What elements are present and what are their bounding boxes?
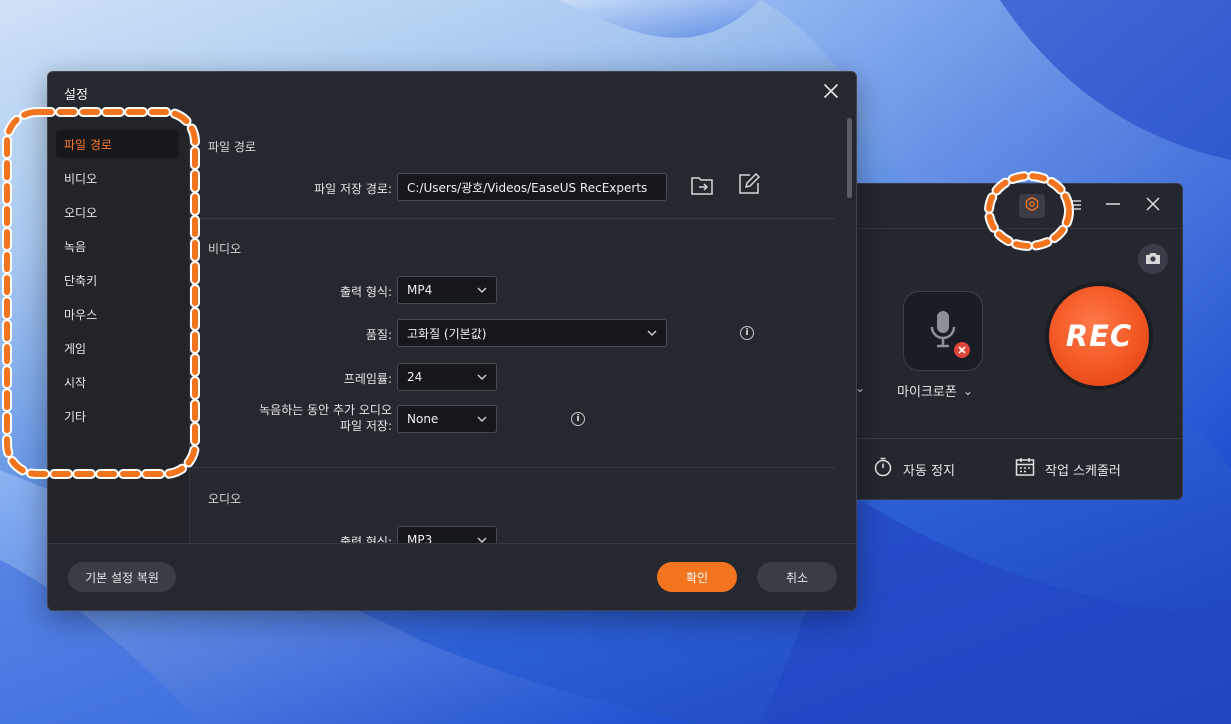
open-folder-button[interactable] xyxy=(689,174,715,200)
microphone-dropdown[interactable]: 마이크로폰 ⌄ xyxy=(897,381,973,401)
microphone-toggle[interactable] xyxy=(903,291,983,371)
extra-audio-select[interactable]: None xyxy=(397,405,497,433)
sidebar-item-label: 게임 xyxy=(64,341,87,356)
sidebar-item-file-path[interactable]: 파일 경로 xyxy=(56,130,179,158)
sidebar-item-other[interactable]: 기타 xyxy=(56,402,179,430)
screenshot-button[interactable] xyxy=(1138,244,1168,274)
settings-dialog: 설정 파일 경로 비디오 오디오 녹음 단축키 마우스 게임 시작 기타 파일 … xyxy=(47,71,857,611)
frame-rate-select[interactable]: 24 xyxy=(397,363,497,391)
sidebar-item-recording[interactable]: 녹음 xyxy=(56,232,179,260)
auto-stop-label: 자동 정지 xyxy=(903,463,955,479)
folder-open-icon xyxy=(691,175,713,199)
close-icon xyxy=(823,83,839,103)
recorder-titlebar xyxy=(837,184,1182,228)
sidebar-item-label: 마우스 xyxy=(64,307,98,322)
info-icon[interactable]: i xyxy=(571,412,585,426)
sidebar-item-label: 단축키 xyxy=(64,273,98,288)
video-format-value: MP4 xyxy=(407,283,433,297)
minimize-icon xyxy=(1105,196,1121,216)
reset-defaults-button[interactable]: 기본 설정 복원 xyxy=(68,562,176,592)
extra-audio-label: 녹음하는 동안 추가 오디오 파일 저장: xyxy=(259,402,392,434)
quality-select[interactable]: 고화질 (기본값) xyxy=(397,319,667,347)
edit-icon xyxy=(738,172,761,199)
audio-format-select[interactable]: MP3 xyxy=(397,526,497,543)
settings-sidebar: 파일 경로 비디오 오디오 녹음 단축키 마우스 게임 시작 기타 xyxy=(48,116,189,543)
chevron-down-icon: ⌄ xyxy=(962,383,973,398)
section-title-file-path: 파일 경로 xyxy=(208,140,256,154)
sidebar-item-audio[interactable]: 오디오 xyxy=(56,198,179,226)
settings-button[interactable] xyxy=(1019,194,1045,218)
extra-audio-label-line2: 파일 저장: xyxy=(339,419,392,433)
dialog-close-button[interactable] xyxy=(820,82,842,104)
section-title-video: 비디오 xyxy=(208,242,242,256)
frame-rate-value: 24 xyxy=(407,370,423,384)
divider xyxy=(837,438,1182,439)
audio-format-value: MP3 xyxy=(407,533,433,543)
sidebar-item-label: 녹음 xyxy=(64,239,87,254)
chevron-down-icon xyxy=(477,414,487,425)
camera-icon xyxy=(1145,250,1161,269)
chevron-down-icon xyxy=(647,328,657,339)
rec-button[interactable]: REC xyxy=(1049,286,1149,386)
chevron-down-icon xyxy=(477,535,487,544)
divider xyxy=(190,218,835,219)
sidebar-item-label: 시작 xyxy=(64,375,87,390)
recorder-close-button[interactable] xyxy=(1140,194,1166,218)
sidebar-item-mouse[interactable]: 마우스 xyxy=(56,300,179,328)
sidebar-item-label: 기타 xyxy=(64,409,87,424)
frame-rate-label: 프레임률: xyxy=(343,372,392,386)
sidebar-item-label: 오디오 xyxy=(64,205,98,220)
sidebar-item-startup[interactable]: 시작 xyxy=(56,368,179,396)
content-scrollbar[interactable] xyxy=(847,118,852,198)
video-format-label: 출력 형식: xyxy=(339,285,392,299)
change-path-button[interactable] xyxy=(736,172,762,199)
sidebar-item-game[interactable]: 게임 xyxy=(56,334,179,362)
recorder-window: ⌄ 마이크로폰 ⌄ REC 자동 정지 작업 스케줄러 xyxy=(836,183,1183,500)
minimize-button[interactable] xyxy=(1100,194,1126,218)
quality-value: 고화질 (기본값) xyxy=(407,326,487,341)
timer-icon xyxy=(873,457,893,481)
chevron-down-icon xyxy=(477,285,487,296)
auto-stop-button[interactable]: 자동 정지 xyxy=(873,457,955,481)
menu-button[interactable] xyxy=(1063,194,1089,218)
extra-audio-label-line1: 녹음하는 동안 추가 오디오 xyxy=(259,403,392,417)
extra-audio-value: None xyxy=(407,412,439,426)
save-path-value: C:/Users/광호/Videos/EaseUS RecExperts xyxy=(407,180,648,195)
settings-content: 파일 경로 파일 저장 경로: C:/Users/광호/Videos/EaseU… xyxy=(190,116,846,543)
task-scheduler-label: 작업 스케줄러 xyxy=(1045,463,1121,479)
microphone-label: 마이크로폰 xyxy=(897,385,957,400)
divider xyxy=(48,543,856,544)
task-scheduler-button[interactable]: 작업 스케줄러 xyxy=(1015,457,1121,481)
sidebar-item-label: 비디오 xyxy=(64,171,98,186)
mic-disabled-badge xyxy=(954,342,970,358)
cancel-button[interactable]: 취소 xyxy=(757,562,837,592)
audio-format-label: 출력 형식: xyxy=(339,535,392,543)
menu-icon xyxy=(1069,197,1083,216)
close-icon xyxy=(1145,196,1161,216)
settings-hex-icon xyxy=(1024,196,1040,216)
sidebar-item-hotkeys[interactable]: 단축키 xyxy=(56,266,179,294)
divider xyxy=(190,467,835,468)
sidebar-item-video[interactable]: 비디오 xyxy=(56,164,179,192)
calendar-icon xyxy=(1015,457,1035,481)
divider xyxy=(837,228,1182,229)
save-path-field[interactable]: C:/Users/광호/Videos/EaseUS RecExperts xyxy=(397,173,667,201)
ok-button[interactable]: 확인 xyxy=(657,562,737,592)
dialog-title: 설정 xyxy=(64,88,88,103)
quality-label: 품질: xyxy=(365,328,392,342)
info-icon[interactable]: i xyxy=(740,326,754,340)
chevron-down-icon xyxy=(477,372,487,383)
sidebar-item-label: 파일 경로 xyxy=(64,137,112,152)
video-format-select[interactable]: MP4 xyxy=(397,276,497,304)
section-title-audio: 오디오 xyxy=(208,492,242,506)
save-path-label: 파일 저장 경로: xyxy=(314,182,392,196)
